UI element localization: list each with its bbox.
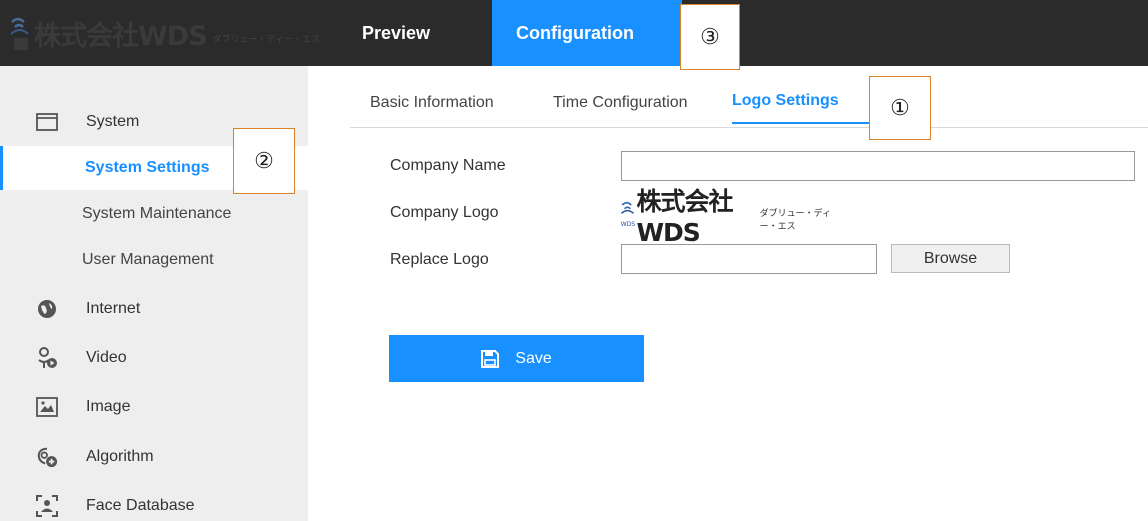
tab-time-configuration[interactable]: Time Configuration [553, 94, 688, 112]
settings-tabs: Basic Information Time Configuration Log… [350, 82, 1148, 128]
wave-logo-icon [8, 12, 34, 54]
browse-button[interactable]: Browse [891, 244, 1010, 273]
annotation-marker-1: ① [869, 76, 931, 140]
sidebar-item-user-management[interactable]: User Management [0, 238, 308, 282]
company-name-label: Company Name [390, 157, 506, 174]
face-database-icon [36, 495, 58, 517]
algorithm-icon [36, 446, 58, 468]
company-logo-label: Company Logo [390, 204, 499, 221]
image-icon [36, 396, 58, 418]
tab-logo-settings[interactable]: Logo Settings [732, 92, 870, 124]
brand-subtitle: ダブリュー・ディー・エス [212, 33, 321, 44]
sidebar-item-label: System [86, 113, 140, 130]
replace-logo-input[interactable] [621, 244, 877, 274]
system-icon [36, 111, 58, 133]
sidebar-item-label: System Settings [85, 159, 210, 176]
save-icon [481, 349, 500, 368]
internet-icon [36, 298, 58, 320]
annotation-marker-3: ③ [680, 4, 740, 70]
top-bar: 株式会社WDS ダブリュー・ディー・エス Preview Configurati… [0, 0, 1148, 66]
wave-logo-icon: WDS [621, 201, 635, 228]
tab-configuration[interactable]: Configuration [492, 0, 682, 66]
tab-preview[interactable]: Preview [362, 0, 472, 66]
sidebar-item-face-database[interactable]: Face Database [0, 484, 308, 521]
sidebar-item-internet[interactable]: Internet [0, 287, 308, 331]
brand-name: 株式会社WDS [34, 20, 208, 52]
logo-company-subtitle: ダブリュー・ディー・エス [759, 208, 832, 231]
company-name-input[interactable] [621, 151, 1135, 181]
sidebar-item-label: Image [86, 398, 131, 415]
sidebar-item-video[interactable]: Video [0, 336, 308, 380]
sidebar-item-label: Face Database [86, 497, 195, 514]
brand-logo: 株式会社WDS ダブリュー・ディー・エス [8, 8, 338, 58]
sidebar-item-label: Video [86, 349, 127, 366]
annotation-marker-2: ② [233, 128, 295, 194]
sidebar-item-label: System Maintenance [82, 205, 232, 222]
video-icon [36, 347, 58, 369]
sidebar-item-algorithm[interactable]: Algorithm [0, 435, 308, 479]
company-logo-image: WDS 株式会社WDS ダブリュー・ディー・エス [620, 187, 840, 247]
logo-company-name: 株式会社WDS [636, 186, 733, 247]
replace-logo-label: Replace Logo [390, 251, 489, 268]
sidebar-item-image[interactable]: Image [0, 385, 308, 429]
sidebar-item-system-maintenance[interactable]: System Maintenance [0, 192, 308, 236]
sidebar-item-label: Internet [86, 300, 141, 317]
save-button[interactable]: Save [389, 335, 644, 382]
sidebar-item-label: Algorithm [86, 448, 154, 465]
sidebar-item-label: User Management [82, 251, 214, 268]
save-button-label: Save [515, 349, 552, 367]
tab-basic-information[interactable]: Basic Information [370, 94, 494, 112]
svg-text:WDS: WDS [621, 221, 635, 228]
